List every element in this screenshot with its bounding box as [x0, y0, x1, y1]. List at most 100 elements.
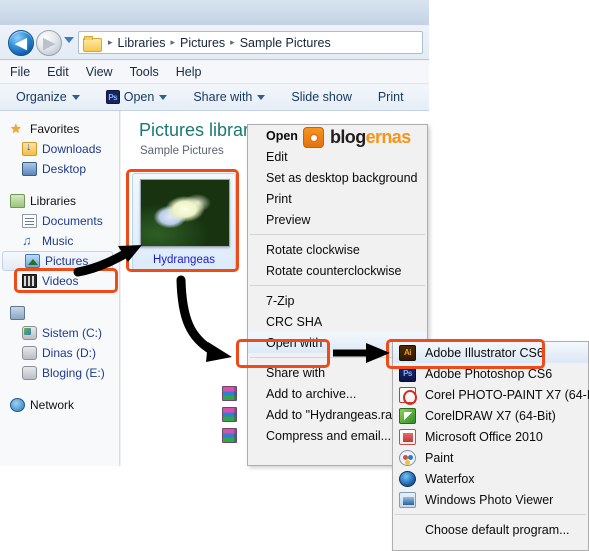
sidebar-gap-3 [0, 383, 119, 395]
breadcrumb[interactable]: ▸ Libraries ▸ Pictures ▸ Sample Pictures [78, 31, 423, 54]
submenu-separator-1 [395, 514, 586, 515]
sidebar-label-videos: Videos [42, 274, 79, 288]
sidebar-label-favorites: Favorites [30, 122, 80, 136]
submenu-item-microsoft-office[interactable]: Microsoft Office 2010 [393, 426, 588, 447]
context-item-edit[interactable]: Edit [248, 146, 427, 167]
winrar-icon [222, 428, 237, 443]
window-titlebar [0, 0, 429, 25]
blogernas-logo-icon [303, 127, 324, 148]
photoshop-icon: Ps [105, 90, 120, 104]
submenu-label-windows-photo-viewer: Windows Photo Viewer [425, 492, 554, 507]
breadcrumb-libraries[interactable]: Libraries [118, 36, 166, 50]
downloads-icon [22, 141, 37, 156]
submenu-item-waterfox[interactable]: Waterfox [393, 468, 588, 489]
context-separator-1 [250, 234, 425, 235]
corel-photo-paint-icon [399, 386, 417, 405]
toolbar-open[interactable]: Ps Open [105, 90, 168, 104]
forward-arrow-icon: ▶ [43, 34, 55, 52]
menu-tools[interactable]: Tools [130, 65, 170, 79]
sidebar-label-sistem-c: Sistem (C:) [42, 326, 102, 340]
context-item-print[interactable]: Print [248, 188, 427, 209]
winrar-icon [222, 386, 237, 401]
share-with-label: Share with [193, 90, 253, 104]
menu-help[interactable]: Help [176, 65, 213, 79]
toolbar-organize[interactable]: Organize [16, 90, 80, 104]
context-label-compress-and-email: Compress and email... [266, 428, 392, 443]
menu-view[interactable]: View [86, 65, 124, 79]
computer-icon [10, 306, 25, 320]
blogernas-watermark: blog ernas [303, 127, 411, 148]
submenu-label-corel-photo-paint: Corel PHOTO-PAINT X7 (64-Bit) [425, 387, 589, 402]
sidebar-item-desktop[interactable]: Desktop [0, 159, 119, 179]
star-icon: ★ [10, 121, 22, 136]
submenu-label-microsoft-office: Microsoft Office 2010 [425, 429, 543, 444]
file-tile-hydrangeas[interactable]: Hydrangeas [132, 173, 236, 272]
windows-photo-viewer-icon [399, 491, 416, 508]
context-item-7-zip[interactable]: 7-Zip [248, 290, 427, 311]
coreldraw-icon [399, 407, 416, 424]
sidebar-item-documents[interactable]: Documents [0, 211, 119, 231]
navigation-pane: ★ Favorites Downloads Desktop Libraries … [0, 111, 120, 466]
paint-icon [399, 449, 416, 466]
toolbar-print[interactable]: Print [378, 90, 404, 104]
breadcrumb-sample-pictures[interactable]: Sample Pictures [240, 36, 331, 50]
toolbar: Organize Ps Open Share with Slide show P… [0, 84, 429, 111]
sidebar-gap-1 [0, 179, 119, 191]
hard-drive-icon [22, 346, 37, 360]
sidebar-item-pictures[interactable]: Pictures [2, 251, 113, 271]
sidebar-group-computer[interactable] [0, 303, 119, 323]
watermark-text-1: blog [330, 127, 366, 147]
context-label-add-to-rar: Add to "Hydrangeas.rar" [266, 407, 401, 422]
page-subtitle: Sample Pictures [140, 145, 224, 157]
sidebar-item-dinas-d[interactable]: Dinas (D:) [0, 343, 119, 363]
system-drive-icon [22, 326, 37, 340]
submenu-item-windows-photo-viewer[interactable]: Windows Photo Viewer [393, 489, 588, 510]
breadcrumb-separator-1: ▸ [170, 37, 175, 47]
context-item-rotate-counterclockwise[interactable]: Rotate counterclockwise [248, 260, 427, 281]
menu-file[interactable]: File [10, 65, 41, 79]
breadcrumb-pictures[interactable]: Pictures [180, 36, 225, 50]
forward-button[interactable]: ▶ [36, 30, 62, 56]
submenu-label-paint: Paint [425, 450, 454, 465]
context-item-set-as-desktop-background[interactable]: Set as desktop background [248, 167, 427, 188]
context-item-crc-sha[interactable]: CRC SHA [248, 311, 427, 332]
hydrangeas-thumbnail [140, 179, 230, 247]
sidebar-item-downloads[interactable]: Downloads [0, 139, 119, 159]
back-button[interactable]: ◀ [8, 30, 34, 56]
sidebar-label-desktop: Desktop [42, 162, 87, 176]
toolbar-share-with[interactable]: Share with [193, 90, 266, 104]
sidebar-label-network: Network [30, 398, 75, 412]
thumbnail-image [141, 180, 229, 246]
file-name-label: Hydrangeas [152, 254, 215, 266]
context-item-rotate-clockwise[interactable]: Rotate clockwise [248, 239, 427, 260]
chevron-down-icon [71, 94, 80, 100]
submenu-item-coreldraw[interactable]: CorelDRAW X7 (64-Bit) [393, 405, 588, 426]
sidebar-group-libraries[interactable]: Libraries [0, 191, 119, 211]
submenu-item-choose-default-program[interactable]: Choose default program... [393, 519, 588, 540]
breadcrumb-separator-2: ▸ [230, 37, 235, 47]
submenu-label-waterfox: Waterfox [425, 471, 475, 486]
menu-edit[interactable]: Edit [47, 65, 80, 79]
submenu-item-paint[interactable]: Paint [393, 447, 588, 468]
submenu-item-corel-photo-paint[interactable]: Corel PHOTO-PAINT X7 (64-Bit) [393, 384, 589, 405]
submenu-item-adobe-photoshop[interactable]: Ps Adobe Photoshop CS6 [393, 363, 588, 384]
sidebar-label-bloging-e: Bloging (E:) [42, 366, 105, 380]
submenu-item-adobe-illustrator[interactable]: Ai Adobe Illustrator CS6 [393, 342, 588, 363]
toolbar-slide-show[interactable]: Slide show [291, 90, 351, 104]
sidebar-item-sistem-c[interactable]: Sistem (C:) [0, 323, 119, 343]
history-dropdown-icon[interactable] [64, 37, 74, 43]
context-separator-2 [250, 285, 425, 286]
sidebar-group-favorites[interactable]: ★ Favorites [0, 119, 119, 139]
submenu-label-adobe-photoshop: Adobe Photoshop CS6 [425, 366, 553, 381]
winrar-icon [222, 407, 237, 422]
context-item-preview[interactable]: Preview [248, 209, 427, 230]
sidebar-item-music[interactable]: ♫ Music [0, 231, 119, 251]
document-icon [22, 214, 37, 228]
sidebar-group-network[interactable]: Network [0, 395, 119, 415]
sidebar-item-bloging-e[interactable]: Bloging (E:) [0, 363, 119, 383]
watermark-text-2: ernas [365, 127, 412, 147]
sidebar-item-videos[interactable]: Videos [0, 271, 119, 291]
menu-bar: File Edit View Tools Help [0, 61, 429, 84]
sidebar-label-downloads: Downloads [42, 142, 102, 156]
adobe-photoshop-icon: Ps [399, 365, 416, 382]
